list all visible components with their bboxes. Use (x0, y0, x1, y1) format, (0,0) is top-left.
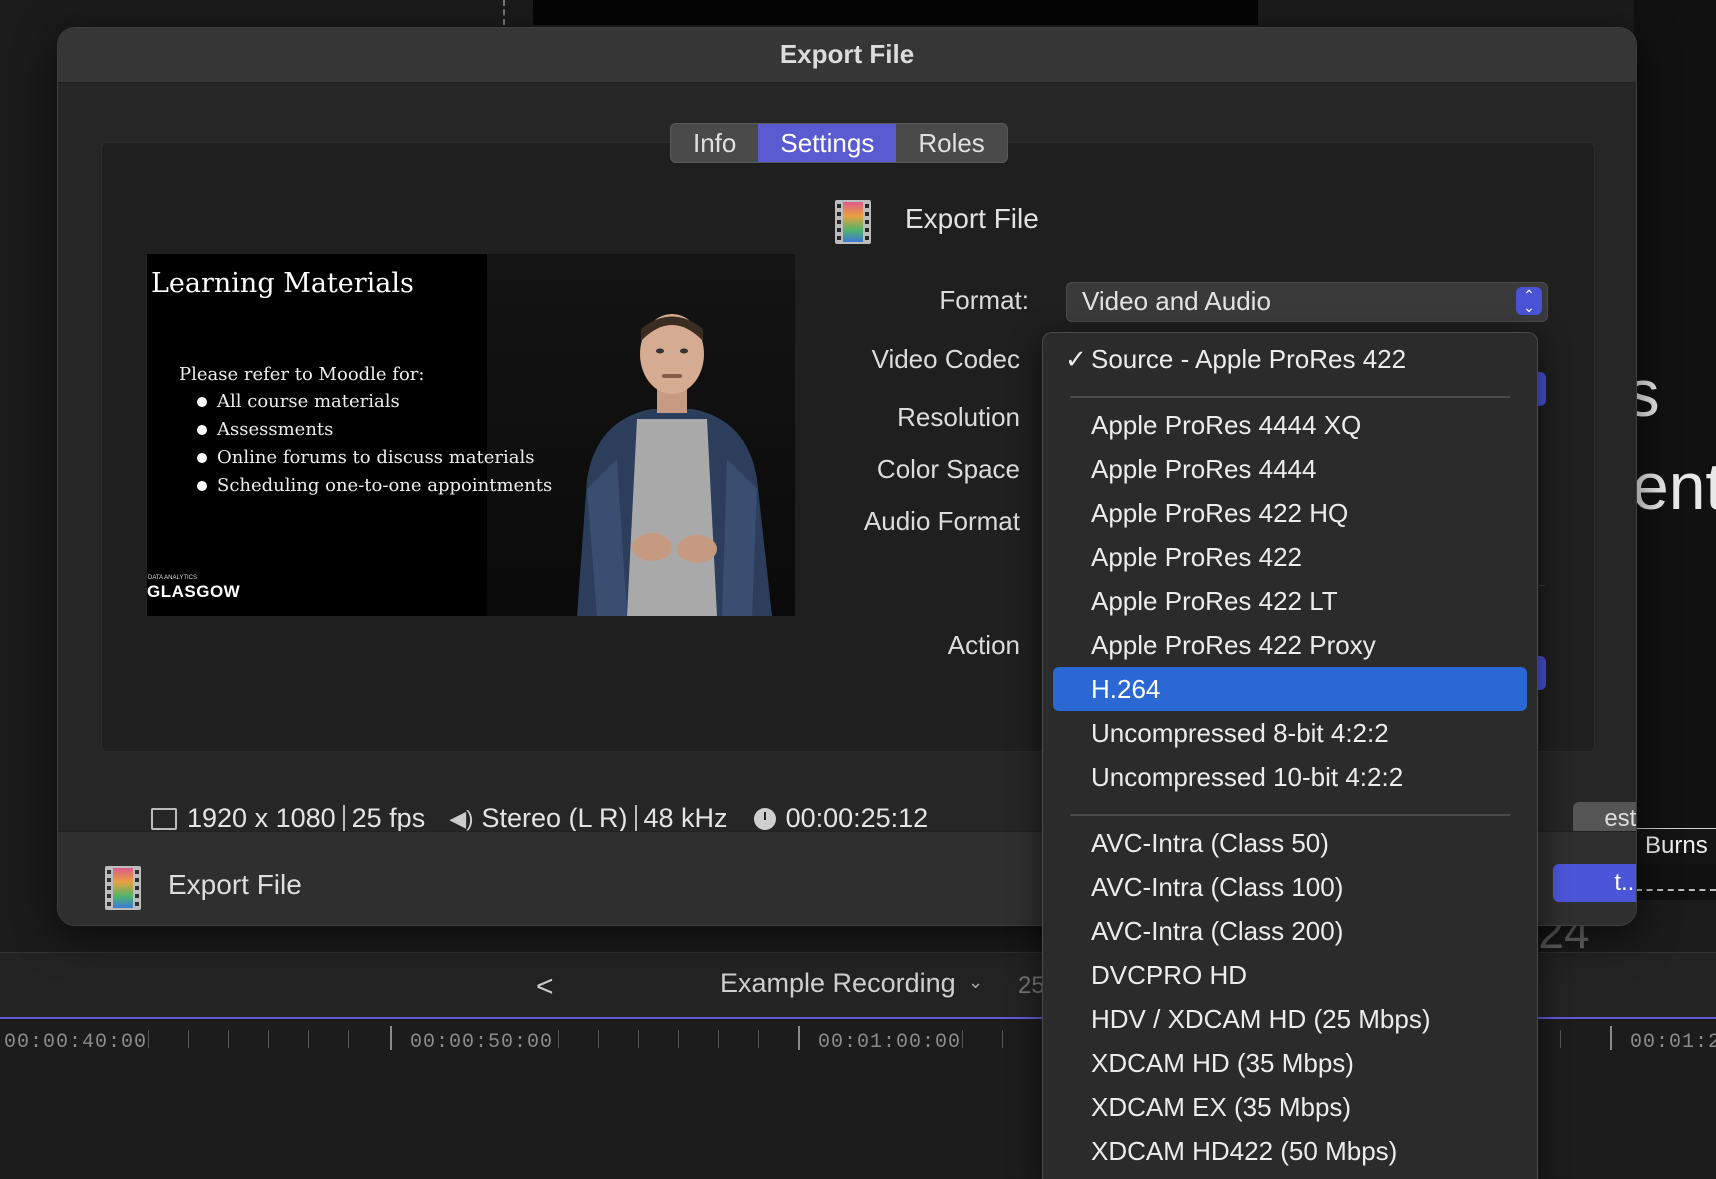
ruler-label: 00:01:20 (1630, 1031, 1716, 1054)
timeline-info: 25 (1018, 972, 1045, 999)
speaker-icon: ◀︎) (449, 805, 474, 831)
select-stepper-icon: ⌃ ⌄ (1516, 287, 1542, 315)
menu-item[interactable]: Apple ProRes 422 HQ (1053, 491, 1527, 535)
ruler-tick (798, 1026, 800, 1050)
export-summary: 1920 x 1080 25 fps ◀︎) Stereo (L R) 48 k… (151, 803, 928, 834)
destination-name: Export File (905, 203, 1039, 234)
menu-item-source[interactable]: ✓ Source - Apple ProRes 422 (1053, 337, 1527, 381)
film-strip-icon (105, 866, 141, 910)
clock-icon (753, 807, 776, 830)
video-codec-menu: ✓ Source - Apple ProRes 422 Apple ProRes … (1042, 332, 1538, 1179)
separator (634, 804, 637, 833)
slide-bullet: Online forums to discuss materials (197, 447, 535, 468)
frame-size-icon (151, 807, 177, 830)
menu-item-label: Source - Apple ProRes 422 (1091, 344, 1407, 374)
slide-bullet-text: Assessments (217, 419, 334, 440)
menu-item[interactable]: Uncompressed 10-bit 4:2:2 (1053, 755, 1527, 799)
presenter-image (577, 314, 772, 616)
resolution-label: Resolution (897, 402, 1020, 432)
video-codec-label: Video Codec (871, 344, 1020, 374)
sample-rate-value: 48 kHz (643, 803, 728, 833)
ruler-tick (390, 1026, 392, 1050)
menu-item[interactable]: Apple ProRes 4444 (1053, 447, 1527, 491)
video-preview: Learning Materials Please refer to Moodl… (147, 254, 795, 616)
slide-bullet: Assessments (197, 419, 334, 440)
clip-dashed-line (1636, 889, 1716, 891)
slide-bullet-text: All course materials (217, 391, 400, 412)
viewer-edge (503, 0, 507, 25)
logo-glasgow: GLASGOW (147, 582, 241, 601)
audio-channels-value: Stereo (L R) (481, 803, 628, 833)
menu-separator (1070, 814, 1510, 816)
ruler-tick (348, 1030, 349, 1048)
dialog-title: Export File (779, 39, 915, 69)
slide-bullet: All course materials (197, 391, 400, 412)
audio-format-label: Audio Format (863, 506, 1020, 536)
ruler-tick (758, 1030, 759, 1048)
frame-rate-value: 25 fps (351, 803, 426, 833)
menu-item[interactable]: HDV / XDCAM HD (25 Mbps) (1053, 997, 1527, 1041)
ruler-tick (1560, 1030, 1561, 1048)
menu-item[interactable]: Apple ProRes 4444 XQ (1053, 403, 1527, 447)
background-text: ent (1632, 449, 1716, 523)
slide-bullet: Scheduling one-to-one appointments (197, 475, 553, 496)
resolution-value: 1920 x 1080 (187, 803, 336, 833)
film-strip-icon (835, 200, 871, 244)
menu-item[interactable]: XDCAM EX (35 Mbps) (1053, 1085, 1527, 1129)
checkmark-icon: ✓ (1065, 344, 1087, 374)
ruler-label: 00:01:00:00 (818, 1031, 962, 1054)
ruler-tick (678, 1030, 679, 1048)
slide-bullet-text: Online forums to discuss materials (217, 447, 535, 468)
menu-item[interactable]: DVCPRO HD (1053, 953, 1527, 997)
ruler-tick (308, 1030, 309, 1048)
back-arrow-icon[interactable]: < (536, 970, 554, 1004)
slide-bullet-text: Scheduling one-to-one appointments (217, 475, 553, 496)
ruler-tick (1610, 1026, 1612, 1050)
slide-intro: Please refer to Moodle for: (179, 364, 425, 385)
ruler-tick (638, 1030, 639, 1048)
separator (342, 804, 345, 833)
logo-caption: DATA ANALYTICS (148, 575, 198, 581)
menu-item[interactable]: Uncompressed 8-bit 4:2:2 (1053, 711, 1527, 755)
ruler-tick (962, 1030, 963, 1048)
format-value: Video and Audio (1082, 286, 1271, 316)
slide-title: Learning Materials (151, 268, 414, 299)
viewer-background (533, 0, 1258, 25)
menu-item[interactable]: XDCAM HD (35 Mbps) (1053, 1041, 1527, 1085)
ruler-tick (558, 1030, 559, 1048)
menu-item[interactable]: AVC-Intra (Class 200) (1053, 909, 1527, 953)
menu-item-highlighted[interactable]: H.264 (1053, 667, 1527, 711)
timeline-clip-label[interactable]: Burns (1636, 828, 1716, 864)
tab-info[interactable]: Info (671, 124, 758, 162)
tab-settings[interactable]: Settings (758, 124, 897, 162)
ruler-tick (1002, 1030, 1003, 1048)
menu-item[interactable]: AVC-Intra (Class 50) (1053, 821, 1527, 865)
color-space-label: Color Space (876, 454, 1020, 484)
ruler-tick (268, 1030, 269, 1048)
format-label: Format: (939, 285, 1029, 315)
menu-item[interactable]: AVC-Intra (Class 100) (1053, 865, 1527, 909)
ruler-label: 00:00:40:00 (4, 1031, 148, 1054)
menu-item[interactable]: XDCAM HD422 (50 Mbps) (1053, 1129, 1527, 1173)
action-label: Action (947, 630, 1020, 660)
menu-separator (1070, 396, 1510, 398)
tab-bar: Info Settings Roles (670, 123, 1008, 163)
menu-item[interactable]: Apple ProRes 422 LT (1053, 579, 1527, 623)
ruler-tick (598, 1030, 599, 1048)
ruler-tick (148, 1030, 149, 1048)
ruler-label: 00:00:50:00 (410, 1031, 554, 1054)
menu-item[interactable]: Apple ProRes 422 Proxy (1053, 623, 1527, 667)
footer-title: Export File (168, 869, 302, 900)
chevron-down-icon[interactable]: ⌄ (968, 972, 983, 993)
tab-roles[interactable]: Roles (896, 124, 1006, 162)
menu-item[interactable]: Apple ProRes 422 (1053, 535, 1527, 579)
format-select[interactable]: Video and Audio ⌃ ⌄ (1066, 282, 1548, 322)
project-name[interactable]: Example Recording (720, 968, 956, 999)
duration-value: 00:00:25:12 (785, 803, 929, 833)
ruler-tick (718, 1030, 719, 1048)
ruler-tick (188, 1030, 189, 1048)
ruler-tick (228, 1030, 229, 1048)
next-button[interactable]: t... (1553, 864, 1636, 902)
